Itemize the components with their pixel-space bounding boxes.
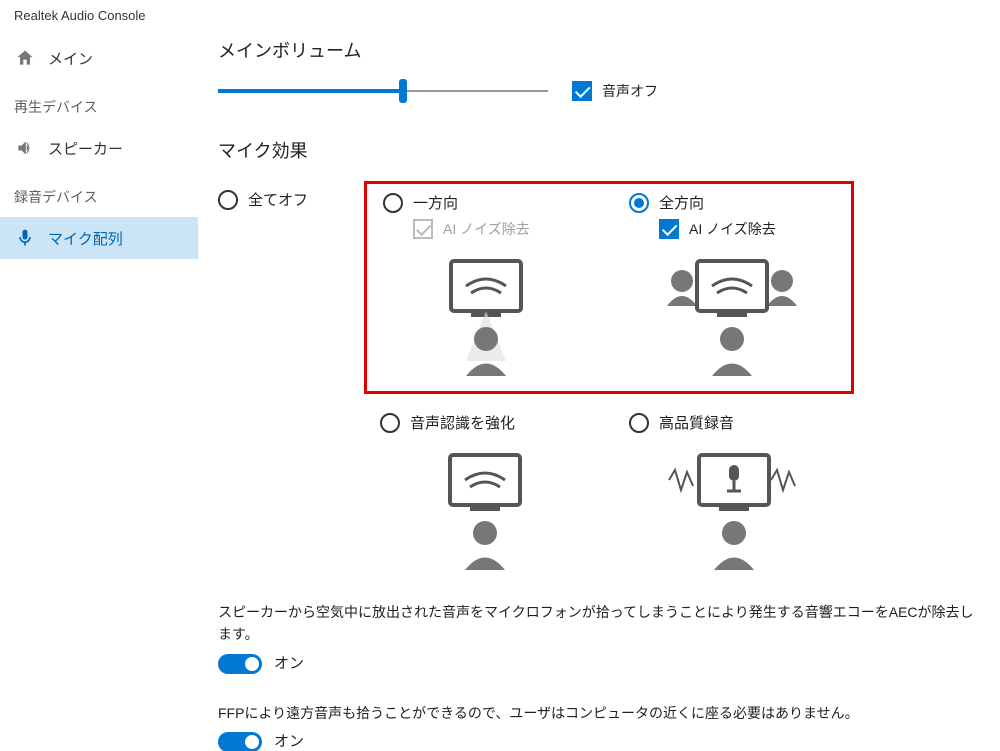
aec-toggle[interactable] xyxy=(218,654,262,674)
sidebar-item-main[interactable]: メイン xyxy=(0,37,198,79)
illustration-one-way xyxy=(383,251,589,381)
home-icon xyxy=(14,47,36,69)
sidebar-item-label: マイク配列 xyxy=(48,228,123,249)
section-heading-main-volume: メインボリューム xyxy=(218,37,980,63)
checkbox-ai-noise-omni[interactable]: AI ノイズ除去 xyxy=(659,219,835,239)
sidebar-item-label: スピーカー xyxy=(48,138,123,159)
radio-omni[interactable]: 全方向 xyxy=(629,192,835,213)
sidebar-item-mic-array[interactable]: マイク配列 xyxy=(0,217,198,259)
checkbox-label: AI ノイズ除去 xyxy=(443,219,530,239)
sidebar: メイン 再生デバイス スピーカー 録音デバイス マイク配列 xyxy=(0,27,198,751)
main-volume-slider[interactable] xyxy=(218,81,548,101)
checkbox-ai-noise-one-way: AI ノイズ除去 xyxy=(413,219,589,239)
highlighted-effects-box: 一方向 AI ノイズ除去 xyxy=(364,181,854,394)
ffp-description: FFPにより遠方音声も拾うことができるので、ユーザはコンピュータの近くに座る必要… xyxy=(218,702,980,724)
radio-label: 音声認識を強化 xyxy=(410,412,515,433)
mic-icon xyxy=(14,227,36,249)
checkbox-label: AI ノイズ除去 xyxy=(689,219,776,239)
radio-voice-recog[interactable]: 音声認識を強化 xyxy=(380,412,589,433)
mute-checkbox[interactable]: 音声オフ xyxy=(572,81,658,101)
radio-label: 全方向 xyxy=(659,192,704,213)
illustration-high-quality xyxy=(629,445,838,575)
ffp-toggle-label: オン xyxy=(274,730,304,751)
sidebar-header-playback: 再生デバイス xyxy=(0,79,198,127)
mute-label: 音声オフ xyxy=(602,81,658,101)
sidebar-item-label: メイン xyxy=(48,48,93,69)
radio-all-off[interactable]: 全てオフ xyxy=(218,189,338,210)
radio-label: 一方向 xyxy=(413,192,458,213)
ffp-toggle[interactable] xyxy=(218,732,262,751)
illustration-omni xyxy=(629,251,835,381)
radio-one-way[interactable]: 一方向 xyxy=(383,192,589,213)
radio-high-quality[interactable]: 高品質録音 xyxy=(629,412,838,433)
section-heading-mic-effects: マイク効果 xyxy=(218,137,980,163)
speaker-icon xyxy=(14,137,36,159)
illustration-voice-recog xyxy=(380,445,589,575)
aec-description: スピーカーから空気中に放出された音声をマイクロフォンが拾ってしまうことにより発生… xyxy=(218,601,980,646)
radio-label: 高品質録音 xyxy=(659,412,734,433)
sidebar-header-record: 録音デバイス xyxy=(0,169,198,217)
main-content: メインボリューム 音声オフ マイク効果 全てオフ xyxy=(198,27,1000,751)
window-title: Realtek Audio Console xyxy=(0,0,1000,27)
sidebar-item-speaker[interactable]: スピーカー xyxy=(0,127,198,169)
aec-toggle-label: オン xyxy=(274,652,304,676)
radio-label: 全てオフ xyxy=(248,189,308,210)
